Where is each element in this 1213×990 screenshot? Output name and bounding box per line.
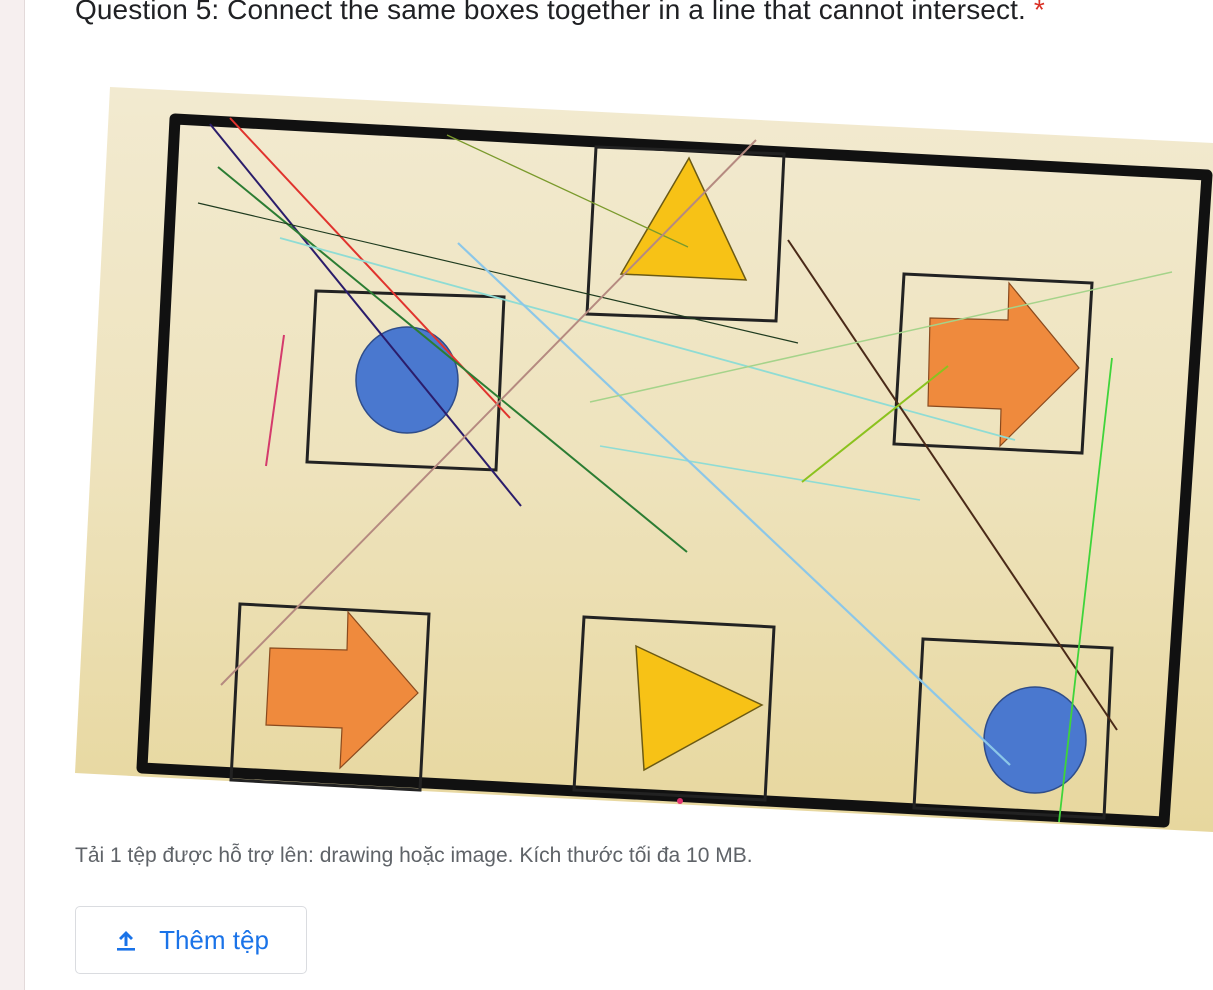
add-file-label: Thêm tệp [159, 924, 269, 955]
upload-hint: Tải 1 tệp được hỗ trợ lên: drawing hoặc … [75, 844, 753, 867]
paper-mark [677, 798, 683, 804]
add-file-button[interactable]: Thêm tệp [75, 906, 307, 974]
circle-shape-left [355, 326, 459, 434]
circle-shape-right [983, 686, 1087, 794]
question-image [75, 87, 1213, 832]
upload-icon [113, 927, 139, 953]
